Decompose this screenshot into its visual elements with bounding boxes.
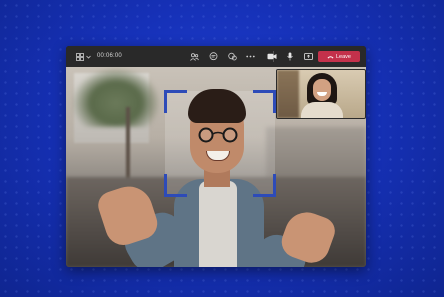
pip-background — [277, 70, 299, 118]
main-video-stage — [66, 67, 366, 267]
pip-body — [301, 102, 343, 118]
pip-face — [313, 79, 331, 101]
frame-corner-bottom-left — [164, 174, 187, 197]
phone-hangup-icon — [327, 55, 334, 58]
background-plant — [71, 67, 161, 127]
reactions-icon[interactable] — [226, 46, 238, 67]
frame-corner-top-right — [253, 90, 276, 113]
meeting-window: 00:06:00 Leave — [66, 46, 366, 267]
participant-shirt — [199, 181, 237, 267]
participant-hair — [188, 89, 246, 123]
chat-icon[interactable] — [207, 46, 219, 67]
chevron-down-icon[interactable] — [85, 46, 91, 67]
camera-icon[interactable] — [266, 46, 278, 67]
self-view-thumbnail[interactable] — [276, 69, 366, 119]
more-options-icon[interactable] — [244, 46, 256, 67]
frame-corner-top-left — [164, 90, 187, 113]
share-screen-icon[interactable] — [302, 46, 314, 67]
microphone-icon[interactable] — [284, 46, 296, 67]
participant-glasses — [198, 127, 238, 143]
leave-button[interactable]: Leave — [318, 51, 360, 62]
frame-corner-bottom-right — [253, 174, 276, 197]
leave-label: Leave — [336, 53, 351, 60]
call-timer: 00:06:00 — [97, 53, 122, 59]
meeting-toolbar: 00:06:00 Leave — [66, 46, 366, 67]
participants-icon[interactable] — [188, 46, 200, 67]
